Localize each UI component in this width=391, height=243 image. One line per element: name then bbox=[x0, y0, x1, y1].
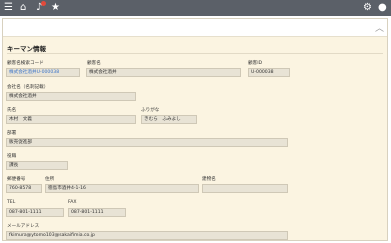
email-label: メールアドレス bbox=[7, 224, 40, 229]
furigana-field[interactable]: きむら ふみよし bbox=[141, 115, 197, 124]
card-header-band: ︿ bbox=[3, 19, 387, 37]
customer-name-label: 顧客名 bbox=[87, 61, 101, 66]
star-icon[interactable]: ★ bbox=[51, 2, 60, 14]
customer-id-field[interactable]: U-000038 bbox=[248, 68, 290, 77]
name-label: 氏名 bbox=[7, 108, 17, 113]
gear-icon[interactable]: ⚙ bbox=[363, 2, 372, 14]
address-label: 住所 bbox=[45, 177, 55, 182]
user-icon[interactable]: ● bbox=[378, 2, 387, 14]
building-label: 建物名 bbox=[202, 177, 216, 182]
notification-badge bbox=[41, 1, 46, 6]
section-divider bbox=[7, 53, 383, 54]
tel-label: TEL bbox=[7, 200, 16, 205]
section-title: キーマン情報 bbox=[7, 45, 46, 53]
company-official-field[interactable]: 株式会社酒井 bbox=[6, 92, 136, 101]
position-field[interactable]: 課長 bbox=[6, 161, 68, 170]
building-field[interactable] bbox=[202, 184, 288, 193]
address-field[interactable]: 徳島市酒井4-1-16 bbox=[45, 184, 199, 193]
home-icon[interactable]: ⌂ bbox=[20, 2, 26, 14]
postal-code-label: 郵便番号 bbox=[7, 177, 26, 182]
menu-icon[interactable]: ☰ bbox=[4, 2, 13, 14]
postal-code-field[interactable]: 760-8578 bbox=[6, 184, 42, 193]
name-field[interactable]: 木村 文義 bbox=[6, 115, 136, 124]
customer-code-label: 顧客名検索コード bbox=[7, 61, 44, 66]
fax-field[interactable]: 087-801-1111 bbox=[68, 208, 126, 217]
customer-code-field[interactable]: 株式会社酒井U-000038 bbox=[6, 68, 80, 77]
department-label: 部署 bbox=[7, 131, 17, 136]
company-official-label: 会社名（名刺記載） bbox=[7, 85, 49, 90]
customer-name-field[interactable]: 株式会社酒井 bbox=[86, 68, 241, 77]
department-field[interactable]: 販売促進部 bbox=[6, 138, 288, 147]
email-field[interactable]: fkimura@ytomo103@sakaifimia.co.jp bbox=[6, 231, 288, 240]
position-label: 役職 bbox=[7, 154, 17, 159]
customer-id-label: 顧客ID bbox=[248, 61, 263, 66]
chevron-up-icon[interactable]: ︿ bbox=[375, 21, 384, 34]
top-bar: ☰ ⌂ ♪ ★ ⚙ ● bbox=[0, 0, 391, 16]
tel-field[interactable]: 087-801-1111 bbox=[6, 208, 64, 217]
keyman-form-card: ︿ キーマン情報 顧客名検索コード 株式会社酒井U-000038 顧客名 株式会… bbox=[2, 18, 388, 241]
fax-label: FAX bbox=[68, 200, 77, 205]
furigana-label: ふりがな bbox=[141, 108, 160, 113]
